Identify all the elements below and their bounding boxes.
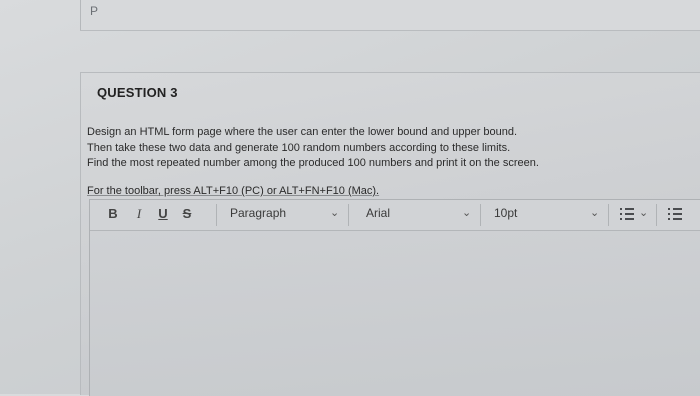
answer-editor[interactable]: B I U S Paragraph ⌄ Arial ⌄ 10pt ⌄ ⌄ <box>89 199 700 396</box>
toolbar-divider <box>608 204 609 226</box>
numbered-list-icon[interactable] <box>668 208 682 220</box>
chevron-down-icon[interactable]: ⌄ <box>639 206 648 219</box>
bullet-list-icon[interactable] <box>620 208 634 220</box>
toolbar-divider <box>348 204 349 226</box>
question-text: Design an HTML form page where the user … <box>87 125 647 172</box>
strikethrough-button[interactable]: S <box>178 206 196 221</box>
strip-edge <box>80 0 81 30</box>
toolbar-divider <box>656 204 657 226</box>
previous-question-strip: P <box>80 0 700 31</box>
italic-button[interactable]: I <box>130 206 148 222</box>
question-line: Then take these two data and generate 10… <box>87 141 511 154</box>
toolbar-divider <box>480 204 481 226</box>
toolbar-hint: For the toolbar, press ALT+F10 (PC) or A… <box>87 185 380 197</box>
question-line: Design an HTML form page where the user … <box>87 126 518 138</box>
bold-button[interactable]: B <box>104 206 122 221</box>
chevron-down-icon[interactable]: ⌄ <box>330 206 339 219</box>
chevron-down-icon[interactable]: ⌄ <box>590 206 599 219</box>
question-title: QUESTION 3 <box>97 85 178 100</box>
font-family-select[interactable]: Arial <box>366 206 390 220</box>
question-line: Find the most repeated number among the … <box>87 157 539 169</box>
paragraph-style-select[interactable]: Paragraph <box>230 206 286 220</box>
question-panel: QUESTION 3 Design an HTML form page wher… <box>80 72 700 396</box>
underline-button[interactable]: U <box>154 206 172 221</box>
chevron-down-icon[interactable]: ⌄ <box>462 206 471 219</box>
page-marker: P <box>90 4 99 18</box>
editor-toolbar: B I U S Paragraph ⌄ Arial ⌄ 10pt ⌄ ⌄ <box>90 200 700 231</box>
font-size-select[interactable]: 10pt <box>494 206 517 220</box>
toolbar-divider <box>216 204 217 226</box>
